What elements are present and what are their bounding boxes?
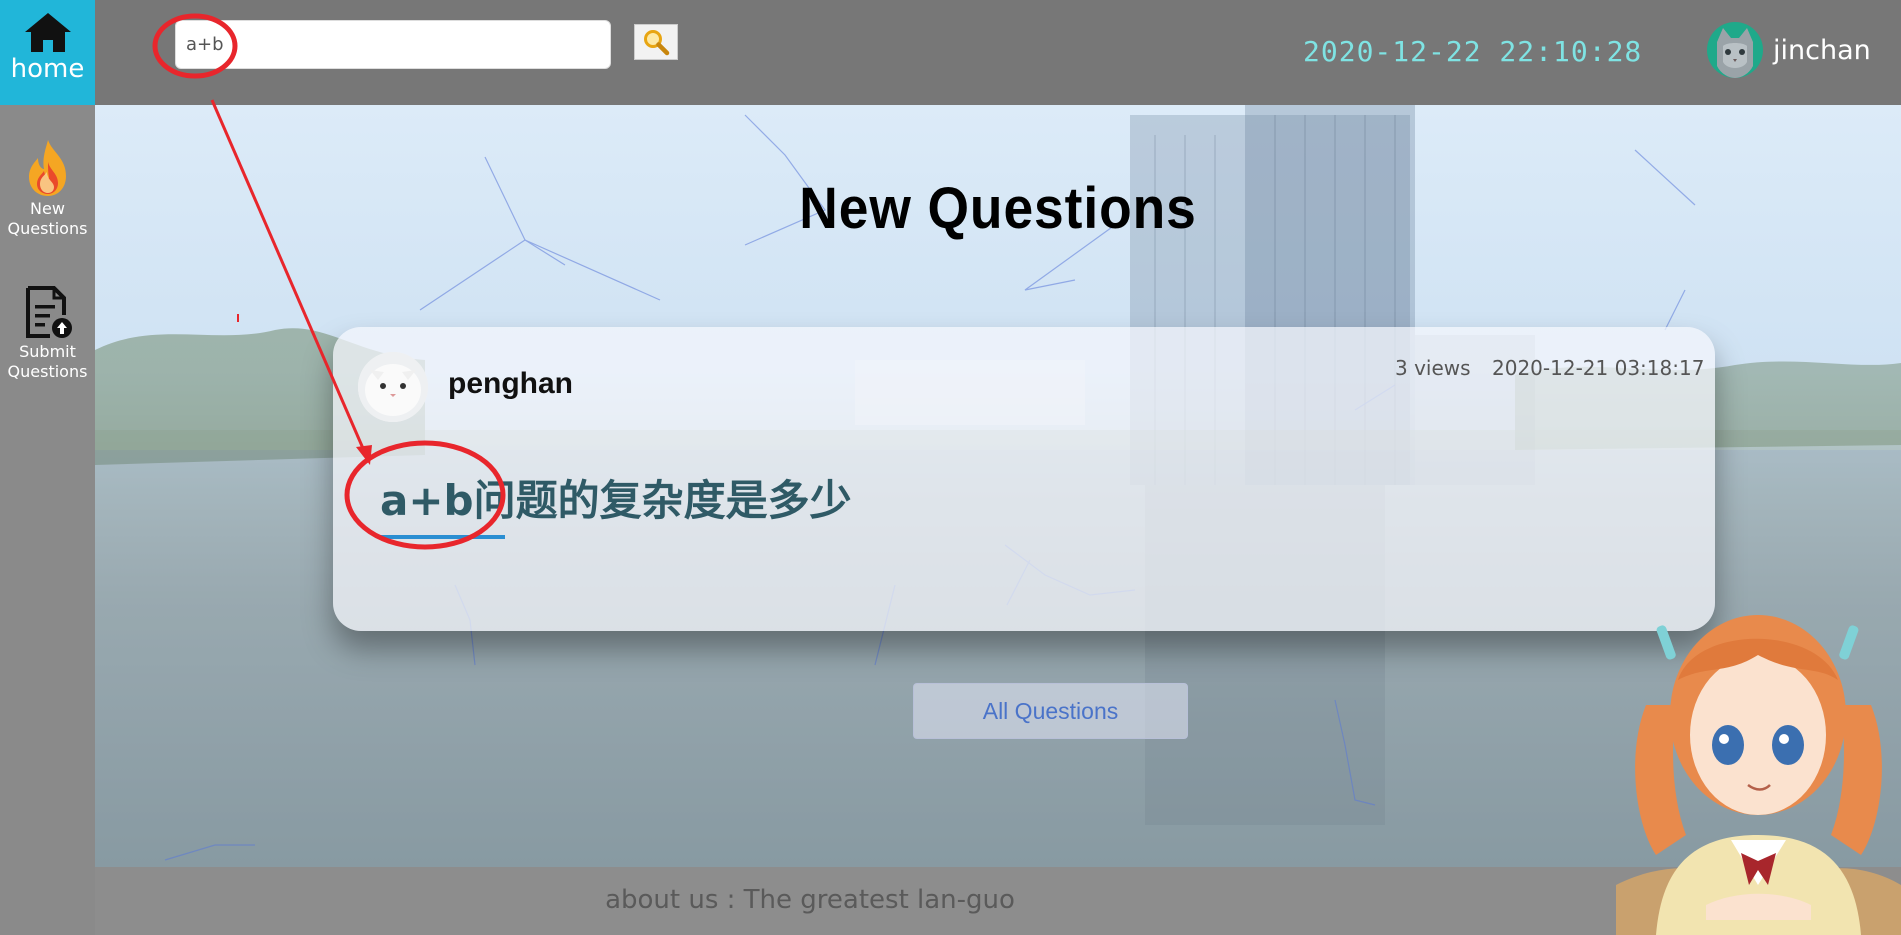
user-menu[interactable]: jinchan	[1707, 22, 1871, 78]
sidebar-item-new-questions[interactable]: New Questions	[0, 138, 95, 240]
question-title-link[interactable]: a+b问题的复杂度是多少	[380, 467, 852, 528]
flame-icon	[28, 140, 66, 196]
top-bar: 2020-12-22 22:10:28 jinchan	[95, 0, 1901, 105]
sidebar-item-label: Questions	[7, 362, 88, 381]
sidebar: home New Questions Submit Questions	[0, 0, 95, 935]
sidebar-item-submit-questions[interactable]: Submit Questions	[0, 285, 95, 383]
search-icon	[644, 30, 670, 56]
author-avatar	[358, 352, 428, 422]
page-title: New Questions	[799, 176, 1197, 241]
author-name[interactable]: penghan	[448, 367, 573, 401]
house-icon	[24, 13, 71, 52]
mascot-character[interactable]	[1616, 585, 1901, 935]
avatar	[1707, 22, 1763, 78]
username: jinchan	[1773, 34, 1871, 66]
footer-text: about us : The greatest lan-guo	[605, 885, 1015, 915]
post-date: 2020-12-21 03:18:17	[1492, 356, 1705, 380]
question-card[interactable]: penghan 3 views 2020-12-21 03:18:17 a+b问…	[333, 327, 1715, 631]
sidebar-item-label: Questions	[7, 219, 88, 238]
view-count: 3 views	[1395, 356, 1471, 380]
document-upload-icon	[25, 286, 72, 338]
search-input[interactable]	[175, 20, 611, 69]
home-label: home	[10, 54, 85, 84]
all-questions-button[interactable]: All Questions	[913, 683, 1188, 739]
title-underline	[380, 535, 505, 539]
datetime-display: 2020-12-22 22:10:28	[1303, 35, 1643, 68]
search-button[interactable]	[634, 24, 678, 60]
sidebar-item-label: Submit	[19, 342, 76, 361]
sidebar-item-label: New	[30, 199, 65, 218]
home-button[interactable]: home	[0, 0, 95, 105]
